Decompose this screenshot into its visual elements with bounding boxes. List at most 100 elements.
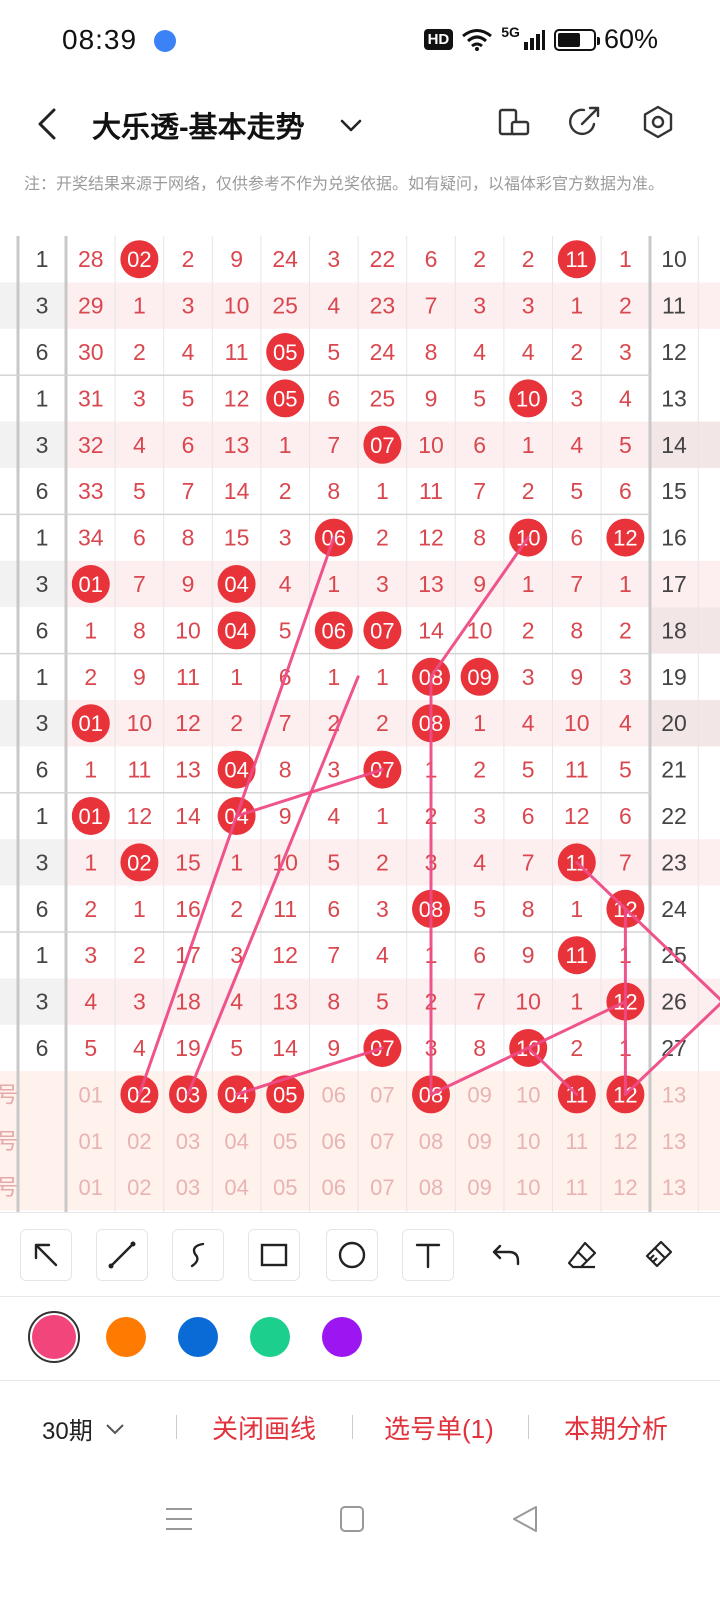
- cell-value: 4: [376, 942, 389, 968]
- eraser-icon: [567, 1241, 597, 1269]
- cell-value: 30: [78, 339, 104, 365]
- cell-value: 1: [327, 664, 340, 690]
- page-title[interactable]: 大乐透-基本走势: [92, 104, 305, 146]
- period-selector[interactable]: 30期: [42, 1411, 127, 1446]
- footer-cell: 03: [176, 1175, 200, 1200]
- undo-button[interactable]: [480, 1229, 532, 1281]
- row-index: 3: [36, 710, 49, 736]
- period-analysis-button[interactable]: 本期分析: [564, 1409, 668, 1446]
- cell-value: 6: [619, 803, 632, 829]
- footer-cell: 09: [467, 1129, 491, 1154]
- cell-value: 2: [376, 525, 389, 551]
- footer-cell: 07: [370, 1082, 394, 1107]
- signal-icon: [523, 29, 545, 50]
- cell-value: 3: [473, 803, 486, 829]
- clear-brush-icon: [645, 1240, 673, 1268]
- color-swatch-pink[interactable]: [28, 1311, 80, 1363]
- cell-value: 23: [370, 293, 396, 319]
- divider: [528, 1415, 529, 1439]
- cell-value: 2: [84, 896, 97, 922]
- menu-icon[interactable]: [164, 1504, 194, 1534]
- rectangle-tool[interactable]: [248, 1229, 300, 1281]
- cell-value: 2: [182, 246, 195, 272]
- cell-value: 2: [522, 478, 535, 504]
- footer-cell: 05: [273, 1129, 297, 1154]
- cell-value: 2: [376, 849, 389, 875]
- cell-value: 4: [133, 1035, 146, 1061]
- circle-tool[interactable]: [326, 1229, 378, 1281]
- text-icon: [415, 1243, 441, 1269]
- landscape-rotate-icon[interactable]: [494, 102, 534, 142]
- close-lines-button[interactable]: 关闭画线: [212, 1409, 316, 1446]
- cell-value: 2: [133, 339, 146, 365]
- cell-value: 2: [133, 942, 146, 968]
- cell-value: 1: [230, 664, 243, 690]
- trend-grid[interactable]: 1 28 02 2 9 24 3 22 6 2 2 11 1 10 3 29 1 3 10 25 4 23 7 3 3 1 2 11 6…: [0, 236, 720, 1212]
- back-arrow-icon[interactable]: [30, 104, 70, 144]
- eraser-button[interactable]: [556, 1229, 608, 1281]
- footer-cell: 12: [613, 1175, 637, 1200]
- cell-value: 7: [327, 942, 340, 968]
- row-index-cell: [0, 1024, 64, 1072]
- back-triangle-icon[interactable]: [510, 1504, 540, 1534]
- color-swatch-blue[interactable]: [178, 1317, 218, 1357]
- cell-value: 7: [425, 293, 438, 319]
- row-band: [0, 839, 720, 886]
- ball-number: 10: [516, 386, 540, 411]
- cell-value: 12: [272, 942, 298, 968]
- color-swatch-green[interactable]: [250, 1317, 290, 1357]
- cell-value: 11: [662, 293, 686, 319]
- line-tool[interactable]: [96, 1229, 148, 1281]
- ball-number: 11: [565, 943, 588, 968]
- cell-value: 11: [176, 664, 200, 690]
- row-index-cell: [0, 514, 64, 561]
- cell-value: 8: [133, 617, 146, 643]
- text-tool[interactable]: [402, 1229, 454, 1281]
- cell-value: 11: [565, 757, 589, 783]
- selection-list-button[interactable]: 选号单(1): [384, 1409, 494, 1446]
- pointer-arrow-icon: [34, 1243, 58, 1267]
- trend-grid-canvas[interactable]: 1 28 02 2 9 24 3 22 6 2 2 11 1 103 29 1 3 10 25 4 23 7 3 3 1 2 116…: [0, 236, 720, 1212]
- cell-value: 1: [133, 293, 146, 319]
- cell-value: 1: [376, 664, 389, 690]
- footer-cell: 08: [419, 1129, 443, 1154]
- status-time: 08:39: [62, 24, 138, 55]
- cell-value: 22: [661, 803, 687, 829]
- ball-number: 12: [613, 526, 637, 551]
- pointer-tool[interactable]: [20, 1229, 72, 1281]
- cell-value: 25: [370, 385, 396, 411]
- home-icon[interactable]: [338, 1504, 366, 1534]
- share-icon[interactable]: [564, 102, 604, 142]
- clear-brush-button[interactable]: [632, 1229, 684, 1281]
- cell-value: 7: [327, 432, 340, 458]
- row-index-cell: [0, 700, 64, 747]
- row-index-cell: [0, 792, 64, 840]
- footer-cell: 08: [419, 1175, 443, 1200]
- cell-value: 24: [272, 246, 298, 272]
- cell-value: 6: [522, 803, 535, 829]
- color-swatch-orange[interactable]: [106, 1317, 146, 1357]
- row-index-cell: [0, 375, 64, 422]
- row-index-cell: [0, 839, 64, 886]
- row-index: 3: [36, 571, 49, 597]
- cell-value: 2: [473, 757, 486, 783]
- cell-value: 14: [661, 432, 687, 458]
- row-index: 3: [36, 849, 49, 875]
- cell-value: 7: [522, 849, 535, 875]
- cell-value: 8: [327, 478, 340, 504]
- row-index-cell: [0, 978, 64, 1025]
- cell-value: 3: [619, 664, 632, 690]
- color-swatch-purple[interactable]: [322, 1317, 362, 1357]
- cell-value: 9: [327, 1035, 340, 1061]
- cell-value: 17: [661, 571, 687, 597]
- cell-value: 5: [522, 757, 535, 783]
- cell-value: 3: [619, 339, 632, 365]
- curve-tool[interactable]: [172, 1229, 224, 1281]
- cell-value: 3: [133, 989, 146, 1015]
- ball-number: 11: [565, 247, 588, 272]
- settings-hexagon-icon[interactable]: [638, 102, 678, 142]
- row-index: 6: [36, 339, 49, 365]
- curve-icon: [190, 1242, 205, 1268]
- chevron-down-icon[interactable]: [336, 110, 366, 140]
- cell-value: 6: [182, 432, 195, 458]
